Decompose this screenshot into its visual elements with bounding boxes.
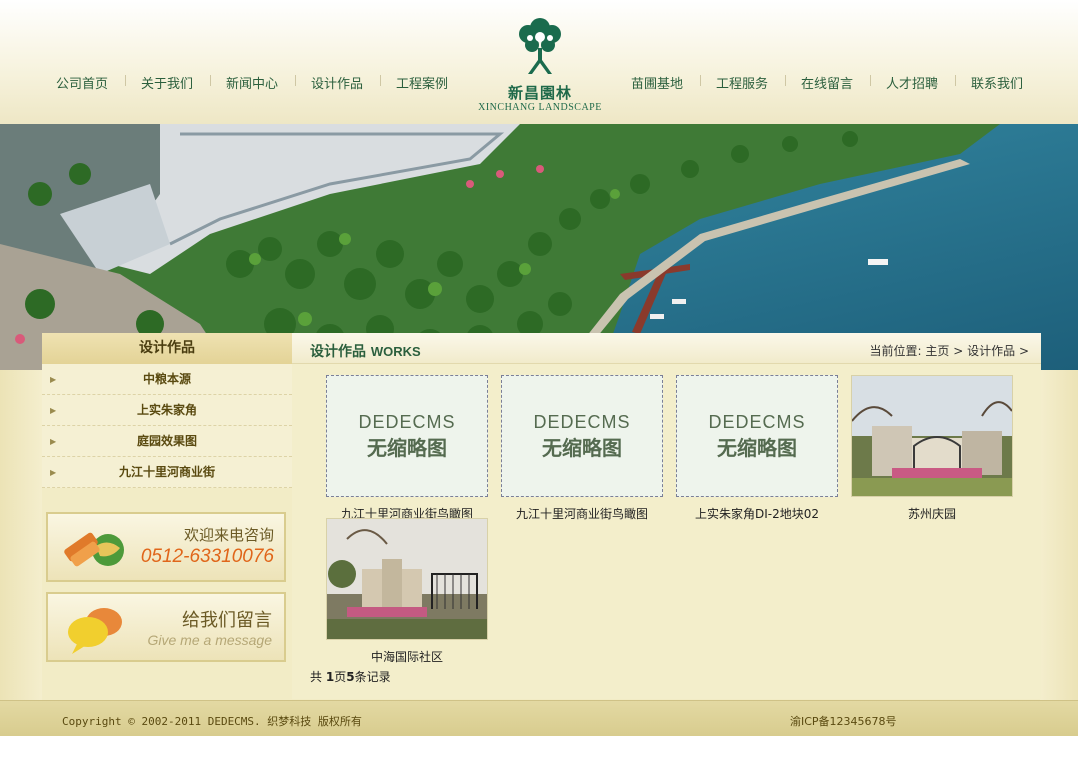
breadcrumb-home[interactable]: 主页 — [925, 344, 949, 358]
placeholder-line1: DEDECMS — [708, 412, 806, 432]
placeholder-line1: DEDECMS — [533, 412, 631, 432]
content-area: 设计作品 WORKS 当前位置: 主页 > 设计作品 > DEDECMS 无缩略… — [292, 333, 1041, 699]
work-caption[interactable]: 九江十里河商业街鸟瞰图 — [501, 505, 663, 522]
community-entrance-photo — [327, 519, 487, 639]
sidebar-item-shangshi[interactable]: ▶ 上实朱家角 — [42, 395, 292, 426]
garden-gate-photo — [852, 376, 1012, 496]
telephone-globe-icon — [64, 532, 124, 567]
content-title-cn: 设计作品 — [310, 344, 366, 360]
sidebar-item-zhongliang[interactable]: ▶ 中粮本源 — [42, 364, 292, 395]
breadcrumb-prefix: 当前位置: — [869, 344, 922, 358]
nav-nursery[interactable]: 苗圃基地 — [631, 73, 683, 92]
nav-divider — [700, 75, 701, 86]
consult-phone: 0512-63310076 — [140, 546, 274, 567]
site-footer: Copyright © 2002-2011 DEDECMS. 织梦科技 版权所有… — [0, 700, 1078, 736]
sidebar-item-jiujiang[interactable]: ▶ 九江十里河商业街 — [42, 457, 292, 488]
sidebar-item-label: 九江十里河商业街 — [118, 465, 215, 479]
nav-message[interactable]: 在线留言 — [801, 73, 853, 92]
consult-banner[interactable]: 欢迎来电咨询 0512-63310076 — [46, 512, 286, 582]
nav-jobs[interactable]: 人才招聘 — [886, 73, 938, 92]
work-thumbnail-photo[interactable] — [326, 518, 488, 640]
speech-bubbles-icon — [68, 608, 122, 654]
pagination-summary: 共 1页5条记录 — [310, 668, 391, 685]
nav-engineering[interactable]: 工程服务 — [716, 73, 768, 92]
left-decoration — [0, 370, 42, 700]
nav-news[interactable]: 新闻中心 — [226, 73, 278, 92]
site-logo[interactable]: 新昌園林 XINCHANG LANDSCAPE — [470, 18, 610, 118]
breadcrumb-separator-icon: > — [1018, 344, 1029, 358]
message-title: 给我们留言 — [182, 610, 272, 631]
bullet-arrow-icon: ▶ — [50, 375, 57, 384]
work-card: DEDECMS 无缩略图 九江十里河商业街鸟瞰图 — [501, 375, 663, 522]
sidebar: 设计作品 ▶ 中粮本源 ▶ 上实朱家角 ▶ 庭园效果图 ▶ 九江十里河商业街 欢… — [42, 333, 292, 699]
message-subtitle: Give me a message — [147, 632, 273, 648]
work-card: 苏州庆园 — [851, 375, 1013, 522]
consult-title: 欢迎来电咨询 — [183, 526, 274, 544]
work-thumbnail-placeholder[interactable]: DEDECMS 无缩略图 — [326, 375, 488, 497]
logo-name-en: XINCHANG LANDSCAPE — [478, 102, 602, 113]
work-card: DEDECMS 无缩略图 上实朱家角DI-2地块02 — [676, 375, 838, 522]
nav-divider — [870, 75, 871, 86]
nav-divider — [295, 75, 296, 86]
content-header: 设计作品 WORKS 当前位置: 主页 > 设计作品 > — [292, 333, 1041, 364]
breadcrumb-separator-icon: > — [953, 344, 968, 358]
copyright-text: Copyright © 2002-2011 DEDECMS. 织梦科技 版权所有 — [62, 715, 362, 728]
icp-license[interactable]: 渝ICP备12345678号 — [790, 713, 897, 729]
breadcrumb: 当前位置: 主页 > 设计作品 > — [870, 342, 1030, 359]
logo-name-cn: 新昌園林 — [507, 84, 572, 102]
nav-project-cases[interactable]: 工程案例 — [396, 73, 448, 92]
nav-home[interactable]: 公司首页 — [56, 73, 108, 92]
work-caption[interactable]: 中海国际社区 — [326, 648, 488, 665]
nav-about[interactable]: 关于我们 — [141, 73, 193, 92]
right-decoration — [1040, 370, 1078, 700]
nav-divider — [380, 75, 381, 86]
content-title-en: WORKS — [370, 344, 421, 359]
pager-pages: 1 — [325, 670, 335, 684]
sidebar-item-label: 庭园效果图 — [136, 434, 197, 448]
breadcrumb-current[interactable]: 设计作品 — [967, 344, 1015, 358]
work-thumbnail-placeholder[interactable]: DEDECMS 无缩略图 — [676, 375, 838, 497]
pager-page-word: 页 — [334, 670, 347, 684]
placeholder-line2: 无缩略图 — [542, 438, 622, 460]
bullet-arrow-icon: ▶ — [50, 468, 57, 477]
sidebar-item-label: 中粮本源 — [142, 372, 191, 386]
placeholder-line1: DEDECMS — [358, 412, 456, 432]
content-title: 设计作品 WORKS — [310, 341, 421, 361]
message-banner[interactable]: 给我们留言 Give me a message — [46, 592, 286, 662]
pager-records: 5 — [346, 670, 355, 684]
nav-contact[interactable]: 联系我们 — [971, 73, 1023, 92]
sidebar-item-garden-render[interactable]: ▶ 庭园效果图 — [42, 426, 292, 457]
work-caption[interactable]: 苏州庆园 — [851, 505, 1013, 522]
sidebar-title: 设计作品 — [42, 333, 292, 364]
sidebar-item-label: 上实朱家角 — [136, 403, 197, 417]
nav-divider — [210, 75, 211, 86]
work-caption[interactable]: 上实朱家角DI-2地块02 — [676, 505, 838, 522]
nav-divider — [955, 75, 956, 86]
placeholder-line2: 无缩略图 — [717, 438, 797, 460]
pager-record-word: 条记录 — [354, 670, 391, 684]
nav-divider — [785, 75, 786, 86]
site-header: 公司首页 关于我们 新闻中心 设计作品 工程案例 新昌園林 XINCHANG L… — [0, 0, 1078, 124]
bullet-arrow-icon: ▶ — [50, 406, 57, 415]
work-thumbnail-placeholder[interactable]: DEDECMS 无缩略图 — [501, 375, 663, 497]
nav-divider — [125, 75, 126, 86]
work-thumbnail-photo[interactable] — [851, 375, 1013, 497]
tree-logo-icon — [519, 18, 561, 74]
sidebar-category-list: ▶ 中粮本源 ▶ 上实朱家角 ▶ 庭园效果图 ▶ 九江十里河商业街 — [42, 364, 292, 488]
placeholder-line2: 无缩略图 — [367, 438, 447, 460]
bullet-arrow-icon: ▶ — [50, 437, 57, 446]
pager-prefix: 共 — [310, 670, 323, 684]
work-card: DEDECMS 无缩略图 九江十里河商业街鸟瞰图 — [326, 375, 488, 522]
nav-design-works[interactable]: 设计作品 — [311, 73, 363, 92]
work-card: 中海国际社区 — [326, 518, 488, 665]
